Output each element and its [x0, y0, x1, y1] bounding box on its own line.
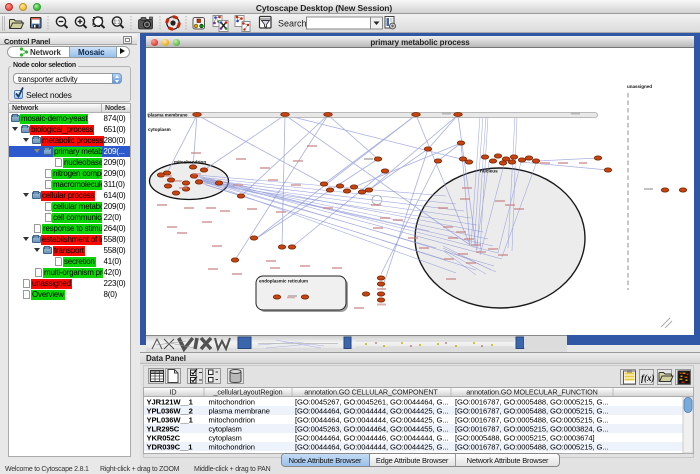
svg-text:unassigned: unassigned [627, 84, 652, 89]
svg-text:[GO:0016787, GO:0005488, GO:00: [GO:0016787, GO:0005488, GO:0005215, G..… [455, 443, 608, 452]
svg-text:_cellularLayoutRegion: _cellularLayoutRegion [212, 388, 282, 397]
svg-text:[GO:0016787, GO:0005488, GO:00: [GO:0016787, GO:0005488, GO:0005215, G..… [455, 407, 608, 416]
svg-text:[GO:0044464, GO:0044444, GO:00: [GO:0044464, GO:0044444, GO:0044425, G..… [295, 407, 448, 416]
svg-text:1:1: 1:1 [114, 20, 121, 26]
svg-text:cytoplasm: cytoplasm [209, 425, 242, 434]
svg-text:f(x): f(x) [641, 373, 655, 383]
svg-text:ID: ID [170, 388, 177, 397]
svg-text:[GO:0044464, GO:0044444, GO:00: [GO:0044464, GO:0044444, GO:0044425, G..… [295, 416, 448, 425]
svg-text:plasma membrane: plasma membrane [148, 113, 188, 118]
svg-text:[GO:0045267, GO:0045261, GO:00: [GO:0045267, GO:0045261, GO:0044464, G..… [295, 398, 448, 407]
svg-text:nucleus: nucleus [480, 169, 498, 174]
svg-text:mitochondrion: mitochondrion [174, 160, 206, 165]
svg-text:YLR295C: YLR295C [147, 425, 180, 434]
svg-text:[GO:0045263, GO:0044464, GO:00: [GO:0045263, GO:0044464, GO:0044455, G..… [295, 425, 448, 434]
svg-text:YPL036W__2: YPL036W__2 [147, 407, 193, 416]
svg-text:annotation.GO MOLECULAR_FUNCTI: annotation.GO MOLECULAR_FUNCTION [466, 388, 597, 397]
svg-text:endoplasmic reticulum: endoplasmic reticulum [259, 279, 308, 284]
svg-text:mitochondrion: mitochondrion [209, 398, 255, 407]
svg-text:cytoplasm: cytoplasm [209, 434, 242, 443]
svg-text:cytoplasm: cytoplasm [148, 127, 171, 132]
svg-text:Search:: Search: [278, 19, 309, 29]
svg-text:annotation.GO CELLULAR_COMPONE: annotation.GO CELLULAR_COMPONENT [304, 388, 438, 397]
svg-text:[GO:0016787, GO:0005488, GO:00: [GO:0016787, GO:0005488, GO:0005215, G..… [455, 416, 608, 425]
svg-text:plasma membrane: plasma membrane [209, 407, 270, 416]
svg-text:mitochondrion: mitochondrion [209, 416, 255, 425]
svg-text:YKR052C: YKR052C [147, 434, 181, 443]
svg-text:YPL036W__1: YPL036W__1 [147, 416, 194, 425]
svg-text:[GO:0016787, GO:0005215, GO:00: [GO:0016787, GO:0005215, GO:0003824, G..… [455, 425, 608, 434]
svg-text:YJR121W__1: YJR121W__1 [147, 398, 194, 407]
svg-text:YDR039C__1: YDR039C__1 [147, 443, 194, 452]
svg-text:[GO:0044464, GO:0044444, GO:00: [GO:0044464, GO:0044444, GO:0044425, G..… [295, 443, 448, 452]
svg-text:mitochondrion: mitochondrion [209, 443, 255, 452]
svg-text:[GO:0016787, GO:0005488, GO:00: [GO:0016787, GO:0005488, GO:0005215, G..… [455, 398, 608, 407]
svg-text:[GO:0044464, GO:0044446, GO:00: [GO:0044464, GO:0044446, GO:0044444, G..… [295, 434, 448, 443]
svg-text:[GO:0005488, GO:0005215, GO:00: [GO:0005488, GO:0005215, GO:0003674] [455, 434, 595, 443]
